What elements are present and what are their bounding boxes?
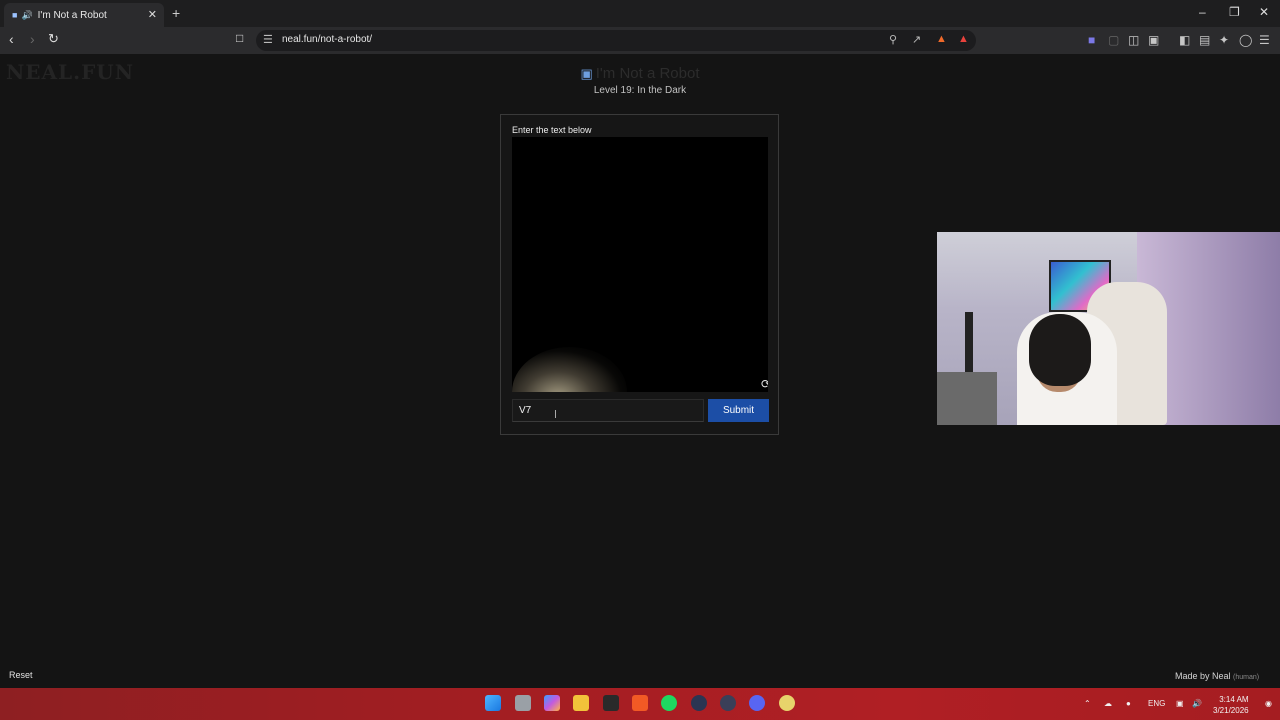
language-indicator[interactable]: ENG bbox=[1148, 699, 1165, 708]
windows-taskbar: ⌃ ☁ ● ENG ▣ 🔊 3:14 AM 3/21/2026 ◉ bbox=[0, 688, 1280, 720]
brave-icon[interactable] bbox=[632, 695, 648, 711]
reset-button[interactable]: Reset bbox=[9, 670, 33, 680]
webcam-overlay bbox=[937, 232, 1280, 425]
webcam-desk bbox=[937, 372, 997, 425]
close-tab-icon[interactable]: ✕ bbox=[148, 8, 157, 21]
brave-shields-icon[interactable]: ▲ bbox=[936, 33, 947, 45]
chrome-canary-icon[interactable] bbox=[779, 695, 795, 711]
back-icon[interactable]: ‹ bbox=[9, 31, 14, 47]
made-by-credit[interactable]: Made by Neal (human) bbox=[1175, 671, 1259, 681]
tab-title: I'm Not a Robot bbox=[37, 9, 107, 21]
extension-icon[interactable]: ▢ bbox=[1108, 33, 1119, 47]
terminal-icon[interactable] bbox=[691, 695, 707, 711]
browser-tab-strip: ■ 🔊 I'm Not a Robot ✕ + – ❐ ✕ bbox=[0, 0, 1280, 27]
reload-icon[interactable]: ↻ bbox=[48, 31, 59, 47]
restore-icon[interactable]: ❐ bbox=[1229, 5, 1240, 19]
submit-button[interactable]: Submit bbox=[708, 399, 769, 422]
forward-icon[interactable]: › bbox=[30, 31, 35, 47]
media-icon[interactable]: ▣ bbox=[1148, 33, 1159, 47]
menu-icon[interactable]: ☰ bbox=[1259, 33, 1270, 47]
new-tab-button[interactable]: + bbox=[172, 5, 180, 21]
captcha-box: Enter the text below ⟳ Submit bbox=[500, 114, 779, 435]
browser-tab[interactable]: ■ 🔊 I'm Not a Robot ✕ bbox=[4, 3, 164, 27]
made-by-note: (human) bbox=[1233, 674, 1260, 681]
webcam-headphones bbox=[1029, 314, 1091, 386]
sidebar-icon[interactable]: ◧ bbox=[1179, 33, 1190, 47]
microphone-icon[interactable]: ● bbox=[1126, 699, 1131, 708]
captcha-label: Enter the text below bbox=[512, 125, 592, 135]
robot-favicon-icon: ■ bbox=[12, 10, 18, 20]
captcha-image[interactable]: ⟳ bbox=[512, 137, 768, 392]
leo-icon[interactable]: ✦ bbox=[1219, 33, 1229, 47]
audio-playing-icon[interactable]: 🔊 bbox=[21, 10, 32, 21]
brave-rewards-icon[interactable]: ▲ bbox=[958, 33, 969, 45]
media-editor-icon[interactable] bbox=[603, 695, 619, 711]
vpn-icon[interactable]: ■ bbox=[1088, 33, 1095, 47]
url-text[interactable]: neal.fun/not-a-robot/ bbox=[282, 34, 372, 45]
copilot-icon[interactable] bbox=[544, 695, 560, 711]
page-title: ▣ I'm Not a Robot bbox=[0, 65, 1280, 82]
extensions-icon[interactable]: ◫ bbox=[1128, 33, 1139, 47]
discord-icon[interactable] bbox=[749, 695, 765, 711]
volume-icon[interactable]: 🔊 bbox=[1192, 699, 1202, 708]
windows-start-icon[interactable] bbox=[485, 695, 501, 711]
share-icon[interactable]: ↗ bbox=[912, 33, 921, 46]
task-view-icon[interactable] bbox=[515, 695, 531, 711]
robot-icon: ▣ bbox=[580, 66, 593, 81]
page-title-text: I'm Not a Robot bbox=[595, 65, 700, 82]
file-explorer-icon[interactable] bbox=[573, 695, 589, 711]
wallet-icon[interactable]: ▤ bbox=[1199, 33, 1210, 47]
clock-time: 3:14 AM bbox=[1219, 695, 1249, 704]
flashlight-glow bbox=[512, 347, 627, 392]
address-bar[interactable]: ☰ neal.fun/not-a-robot/ ⚲ ↗ ▲ ▲ bbox=[256, 30, 976, 51]
system-clock[interactable]: 3:14 AM 3/21/2026 bbox=[1213, 694, 1249, 716]
browser-toolbar: ‹ › ↻ □ ☰ neal.fun/not-a-robot/ ⚲ ↗ ▲ ▲ … bbox=[0, 27, 1280, 54]
level-subtitle: Level 19: In the Dark bbox=[593, 85, 687, 96]
spotify-icon[interactable] bbox=[661, 695, 677, 711]
page-content: NEAL.FUN ▣ I'm Not a Robot Level 19: In t… bbox=[0, 54, 1280, 688]
tray-overflow-icon[interactable]: ⌃ bbox=[1084, 699, 1091, 708]
zoom-icon[interactable]: ⚲ bbox=[889, 33, 897, 46]
shield-icon[interactable]: ◯ bbox=[1239, 33, 1252, 47]
notification-icon[interactable]: ◉ bbox=[1265, 699, 1272, 708]
minimize-icon[interactable]: – bbox=[1199, 5, 1206, 19]
refresh-icon[interactable]: ⟳ bbox=[761, 377, 768, 391]
made-by-text: Made by Neal bbox=[1175, 671, 1231, 681]
captcha-input[interactable] bbox=[512, 399, 704, 422]
obs-icon[interactable] bbox=[720, 695, 736, 711]
close-window-icon[interactable]: ✕ bbox=[1259, 5, 1269, 19]
site-info-icon[interactable]: ☰ bbox=[263, 33, 273, 46]
network-icon[interactable]: ▣ bbox=[1176, 699, 1184, 708]
bookmark-icon[interactable]: □ bbox=[236, 31, 243, 45]
onedrive-icon[interactable]: ☁ bbox=[1104, 699, 1112, 708]
text-cursor-icon bbox=[555, 410, 557, 418]
clock-date: 3/21/2026 bbox=[1213, 706, 1249, 715]
